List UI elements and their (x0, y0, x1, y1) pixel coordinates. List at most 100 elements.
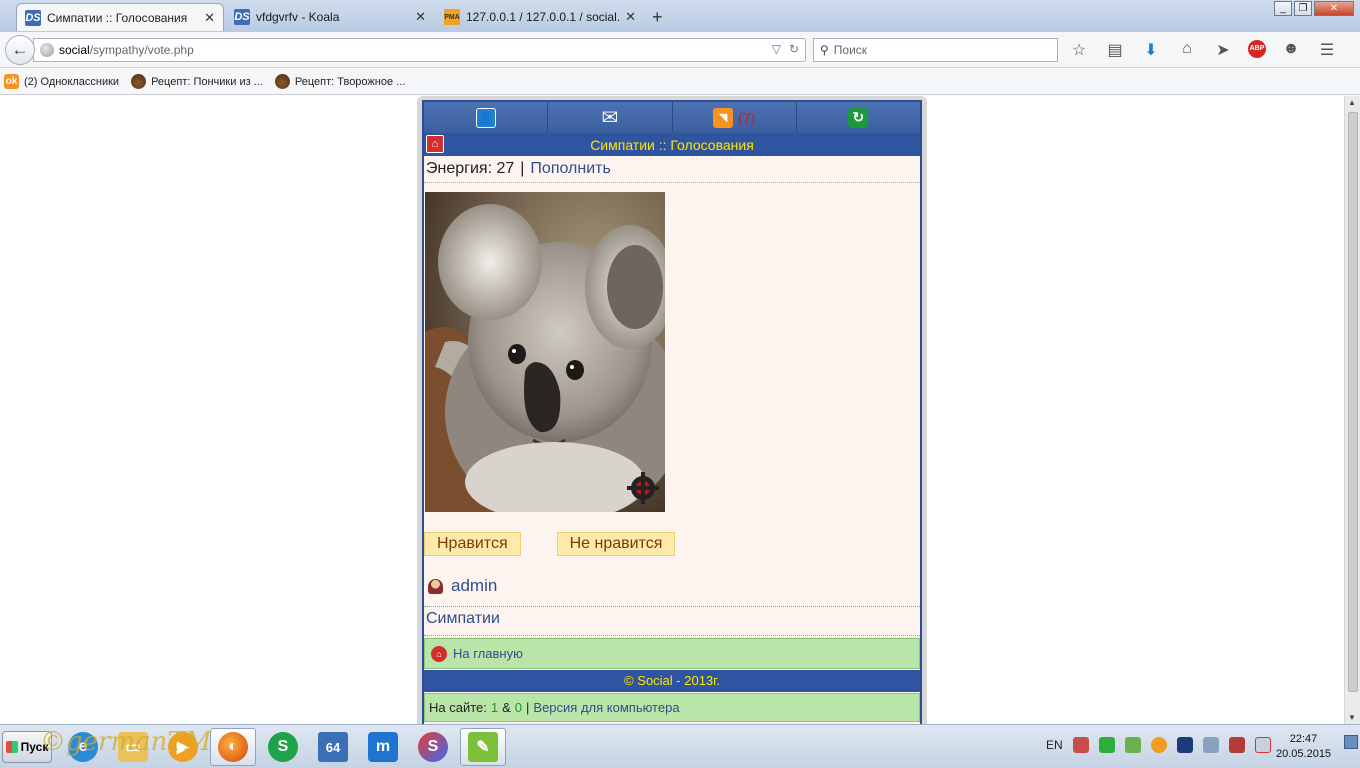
bookmarks-toolbar: ok (2) Одноклассники Рецепт: Пончики из … (0, 69, 1360, 95)
close-tab-icon[interactable]: ✕ (625, 9, 636, 25)
feed-count: (7) (738, 109, 756, 126)
search-input[interactable]: ⚲ Поиск (813, 38, 1058, 62)
close-tab-icon[interactable]: ✕ (204, 10, 215, 26)
scrollbar-thumb[interactable] (1348, 112, 1358, 692)
top-up-link[interactable]: Пополнить (530, 160, 610, 178)
menu-icon[interactable]: ☰ (1316, 40, 1338, 60)
display-icon[interactable] (1228, 737, 1245, 753)
close-window-button[interactable]: ✕ (1314, 1, 1354, 16)
vote-buttons: Нравится Не нравится (424, 532, 676, 556)
avast-icon[interactable] (1150, 737, 1167, 753)
system-tray: EN (1046, 737, 1271, 753)
language-indicator[interactable]: EN (1046, 738, 1063, 752)
taskbar-firefox[interactable]: ◐ (210, 728, 256, 766)
taskbar-ie[interactable]: e (60, 728, 106, 766)
home-icon[interactable]: ⌂ (1176, 40, 1198, 60)
nav-feed[interactable]: ◥ (7) (672, 102, 797, 133)
scroll-down-icon[interactable]: ▼ (1348, 713, 1356, 722)
bookmark-odnoklassniki[interactable]: ok (2) Одноклассники (4, 74, 119, 89)
folder-icon: ▭ (118, 732, 148, 762)
tab-label: vfdgvrfv - Koala (256, 10, 340, 24)
sympathy-link[interactable]: Симпатии (426, 610, 500, 628)
taskbar-maxthon[interactable]: m (360, 728, 406, 766)
page-title-bar: ⌂ Симпатии :: Голосования (424, 133, 920, 156)
dropdown-arrow-icon[interactable]: ▽ (772, 42, 781, 56)
close-tab-icon[interactable]: ✕ (415, 9, 426, 25)
bookmark-star-icon[interactable]: ☆ (1068, 40, 1090, 60)
reading-list-icon[interactable]: ▤ (1104, 40, 1126, 60)
tab-phpmyadmin[interactable]: PMA 127.0.0.1 / 127.0.0.1 / social... ✕ (436, 3, 644, 31)
taskbar-aida64[interactable]: 64 (310, 728, 356, 766)
desktop-version-link[interactable]: Версия для компьютера (533, 700, 679, 715)
url-bar[interactable]: social/sympathy/vote.php ▽ ↻ (33, 38, 806, 62)
show-desktop-button[interactable] (1344, 735, 1358, 749)
nvidia-icon[interactable] (1124, 737, 1141, 753)
restore-button[interactable]: ❐ (1294, 1, 1312, 16)
flag-icon[interactable] (1098, 737, 1115, 753)
media-player-icon: ▶ (168, 732, 198, 762)
user-icon: 👤 (475, 107, 496, 128)
user-avatar-icon (428, 578, 443, 594)
pma-favicon-icon: PMA (444, 9, 460, 25)
refresh-icon: ↻ (848, 107, 869, 128)
mail-icon: ✉ (601, 107, 619, 129)
tab-label: Симпатии :: Голосования (47, 10, 188, 25)
chat-icon[interactable]: ☻ (1280, 40, 1302, 60)
bookmark-label: Рецепт: Творожное ... (294, 75, 406, 88)
adblock-icon[interactable]: ABP (1248, 40, 1266, 58)
taskbar-explorer[interactable]: ▭ (110, 728, 156, 766)
koala-image (425, 192, 665, 512)
taskbar-skype[interactable]: S (260, 728, 306, 766)
taskbar-notepadpp[interactable]: ✎ (460, 728, 506, 766)
taskbar-app-s[interactable]: S (410, 728, 456, 766)
username-link[interactable]: admin (451, 576, 497, 596)
nav-messages[interactable]: ✉ (548, 102, 673, 133)
home-link[interactable]: На главную (453, 646, 523, 661)
tab-sympathy-vote[interactable]: DS Симпатии :: Голосования ✕ (16, 3, 224, 31)
bookmark-recipe-cottage[interactable]: Рецепт: Творожное ... (274, 74, 406, 89)
toolbar-icons: ☆ ▤ ⬇ ⌂ ➤ ABP ☻ ☰ (1068, 40, 1338, 60)
bookmark-label: Рецепт: Пончики из ... (151, 75, 263, 88)
scroll-up-icon[interactable]: ▲ (1348, 98, 1356, 107)
tab-koala[interactable]: DS vfdgvrfv - Koala ✕ (226, 3, 434, 31)
vertical-scrollbar[interactable]: ▲ ▼ (1344, 96, 1360, 724)
reload-icon[interactable]: ↻ (789, 42, 799, 56)
back-button[interactable]: ← (5, 35, 35, 65)
online-guests-link[interactable]: 0 (515, 700, 522, 715)
url-text: social/sympathy/vote.php (59, 43, 194, 57)
online-amp: & (502, 700, 511, 715)
ds-favicon-icon: DS (234, 9, 250, 25)
site-identity-icon[interactable] (40, 43, 54, 57)
tray-tools-icon[interactable] (1072, 737, 1089, 753)
navigation-toolbar: social/sympathy/vote.php ▽ ↻ ← ⚲ Поиск ☆… (0, 32, 1360, 68)
swirl-app-icon: S (418, 732, 448, 762)
taskbar-apps: e ▭ ▶ ◐ S 64 m S ✎ (60, 728, 506, 766)
nav-refresh[interactable]: ↻ (796, 102, 920, 133)
network-icon[interactable] (1176, 737, 1193, 753)
divider (424, 606, 920, 607)
online-users-link[interactable]: 1 (491, 700, 498, 715)
volume-icon[interactable] (1202, 737, 1219, 753)
clock[interactable]: 22:47 20.05.2015 (1276, 732, 1331, 762)
nav-profile[interactable]: 👤 (424, 102, 549, 133)
dislike-button[interactable]: Не нравится (556, 532, 676, 556)
download-icon[interactable]: ⬇ (1140, 40, 1162, 60)
minimize-button[interactable]: _ (1274, 1, 1292, 16)
remove-device-icon[interactable] (1254, 737, 1271, 753)
bookmark-recipe-donuts[interactable]: Рецепт: Пончики из ... (131, 74, 263, 89)
like-button[interactable]: Нравится (424, 532, 521, 556)
online-label: На сайте: (429, 700, 487, 715)
home-icon[interactable]: ⌂ (426, 135, 444, 153)
clock-date: 20.05.2015 (1276, 748, 1332, 760)
ok-icon: ok (4, 74, 19, 89)
pot-icon (131, 74, 147, 89)
new-tab-button[interactable]: + (652, 7, 663, 28)
start-button[interactable]: Пуск (2, 731, 52, 763)
browser-tabstrip: DS Симпатии :: Голосования ✕ DS vfdgvrfv… (0, 0, 1360, 32)
user-row: admin (428, 576, 497, 596)
site-frame: 👤 ✉ ◥ (7) ↻ ⌂ Симпатии :: Голосования Эн… (417, 96, 927, 724)
send-icon[interactable]: ➤ (1212, 40, 1234, 60)
online-separator: | (526, 700, 530, 715)
taskbar-media[interactable]: ▶ (160, 728, 206, 766)
clock-time: 22:47 (1289, 733, 1318, 745)
